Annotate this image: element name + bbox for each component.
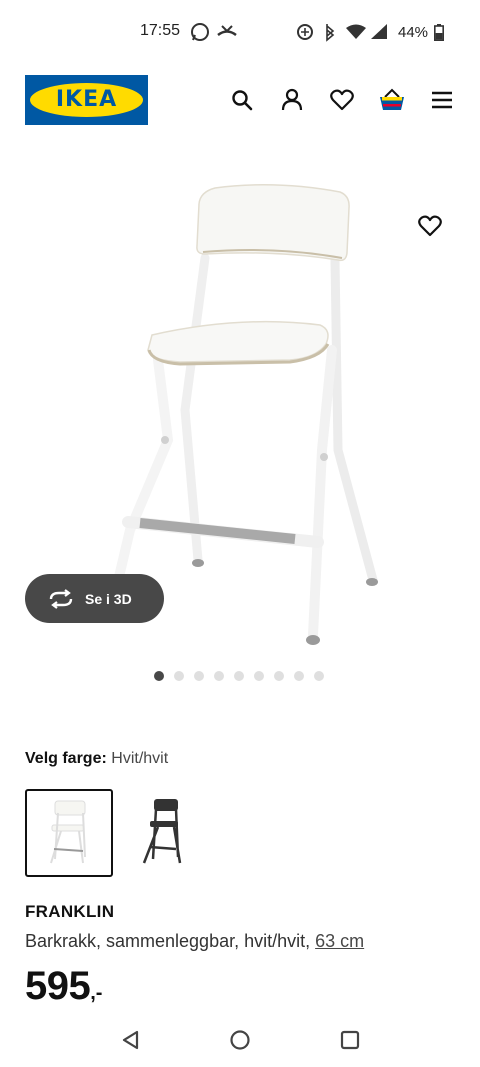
product-price: 595,- — [25, 964, 102, 1009]
carousel-dot[interactable] — [274, 671, 284, 681]
carousel-dot[interactable] — [154, 671, 164, 681]
view-in-3d-label: Se i 3D — [85, 590, 132, 607]
missed-call-icon — [217, 25, 237, 37]
carousel-dot[interactable] — [314, 671, 324, 681]
ikea-logo[interactable]: IKEA — [25, 75, 148, 125]
whatsapp-icon — [191, 23, 209, 41]
carousel-dot[interactable] — [294, 671, 304, 681]
price-amount: 595 — [25, 964, 91, 1008]
carousel-dot[interactable] — [234, 671, 244, 681]
status-right: 44% — [296, 22, 445, 42]
status-time: 17:55 — [140, 22, 181, 39]
wifi-icon — [346, 24, 366, 39]
user-icon[interactable] — [278, 86, 306, 114]
product-name: FRANKLIN — [25, 902, 115, 921]
carousel-dot[interactable] — [214, 671, 224, 681]
color-selector-heading: Velg farge: Hvit/hvit — [25, 750, 168, 768]
system-navigation-bar — [0, 1012, 480, 1067]
color-value: Hvit/hvit — [111, 750, 169, 767]
home-icon[interactable] — [226, 1026, 254, 1054]
price-suffix: ,- — [90, 982, 103, 1004]
carousel-dot[interactable] — [254, 671, 264, 681]
carousel-dot[interactable] — [174, 671, 184, 681]
recents-icon[interactable] — [336, 1026, 364, 1054]
search-icon[interactable] — [228, 86, 256, 114]
status-bar: 17:55 44% — [0, 0, 480, 50]
heart-icon[interactable] — [328, 86, 356, 114]
basket-icon[interactable] — [378, 86, 406, 114]
color-swatch-black[interactable] — [118, 789, 206, 877]
battery-icon — [434, 23, 445, 41]
view-in-3d-button[interactable]: Se i 3D — [25, 574, 164, 623]
image-carousel-dots — [154, 671, 324, 681]
add-to-favourites-heart-icon[interactable] — [414, 210, 446, 242]
color-swatch-white[interactable] — [25, 789, 113, 877]
signal-icon — [371, 24, 387, 39]
color-label: Velg farge: — [25, 750, 107, 767]
battery-percent: 44% — [398, 23, 429, 41]
site-header: IKEA — [0, 70, 480, 130]
product-description-text: Barkrakk, sammenleggbar, hvit/hvit, — [25, 931, 316, 951]
rotate-3d-icon — [49, 588, 73, 609]
logo-text: IKEA — [55, 87, 118, 112]
status-left-icons — [190, 22, 246, 47]
size-link[interactable]: 63 cm — [315, 931, 364, 951]
product-description: Barkrakk, sammenleggbar, hvit/hvit, 63 c… — [25, 931, 364, 952]
menu-icon[interactable] — [428, 86, 456, 114]
carousel-dot[interactable] — [194, 671, 204, 681]
data-saver-icon — [297, 24, 313, 40]
bluetooth-icon — [326, 24, 335, 42]
back-icon[interactable] — [117, 1026, 145, 1054]
